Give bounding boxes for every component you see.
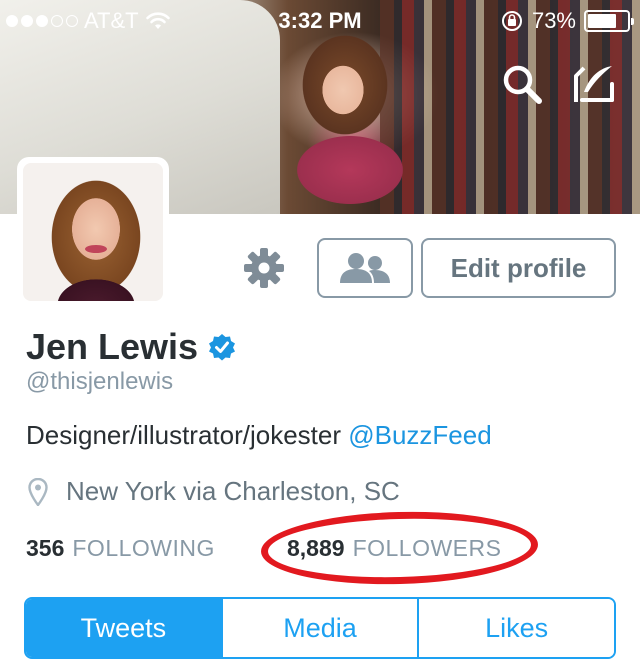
tab-media[interactable]: Media (220, 599, 418, 657)
battery-percentage: 73% (531, 8, 576, 33)
following-count: 356 (26, 535, 65, 561)
bio-text: Designer/illustrator/jokester (26, 420, 349, 450)
rotation-lock-icon (501, 11, 522, 31)
tab-likes[interactable]: Likes (417, 599, 614, 657)
status-bar-right: 73% (500, 8, 634, 34)
followers-stat[interactable]: 8,889 FOLLOWERS (287, 535, 501, 562)
search-button[interactable] (500, 62, 544, 106)
profile-bio: Designer/illustrator/jokester @BuzzFeed (26, 420, 492, 451)
following-stat[interactable]: 356 FOLLOWING (26, 535, 215, 562)
profile-name-row: Jen Lewis (26, 326, 236, 368)
avatar-lips (85, 245, 107, 253)
avatar-photo (23, 163, 163, 301)
location-pin-icon (28, 477, 48, 506)
edit-profile-button[interactable]: Edit profile (421, 238, 616, 298)
profile-avatar[interactable] (17, 157, 169, 307)
battery-fill (588, 14, 616, 28)
profile-tabs: Tweets Media Likes (24, 597, 616, 659)
battery-icon (584, 10, 634, 32)
profile-handle: @thisjenlewis (26, 368, 174, 395)
settings-button[interactable] (242, 246, 286, 290)
lists-button[interactable] (317, 238, 413, 298)
status-bar: AT&T 3:32 PM 73% (0, 0, 640, 40)
search-icon (503, 65, 542, 104)
bio-mention-link[interactable]: @BuzzFeed (348, 420, 491, 450)
gear-icon (244, 248, 284, 288)
compose-tweet-button[interactable] (572, 62, 616, 106)
following-label: FOLLOWING (72, 535, 215, 561)
followers-count: 8,889 (287, 535, 345, 561)
location-text: New York via Charleston, SC (66, 476, 400, 506)
profile-name: Jen Lewis (26, 326, 199, 367)
followers-label: FOLLOWERS (352, 535, 502, 561)
header-photo-child (275, 35, 415, 205)
avatar-top (53, 275, 139, 301)
compose-tweet-icon (574, 66, 614, 102)
verified-badge-icon (209, 334, 236, 361)
avatar-face (68, 193, 124, 265)
tab-tweets[interactable]: Tweets (26, 599, 221, 657)
profile-location: New York via Charleston, SC (28, 476, 400, 507)
people-icon (340, 253, 390, 283)
